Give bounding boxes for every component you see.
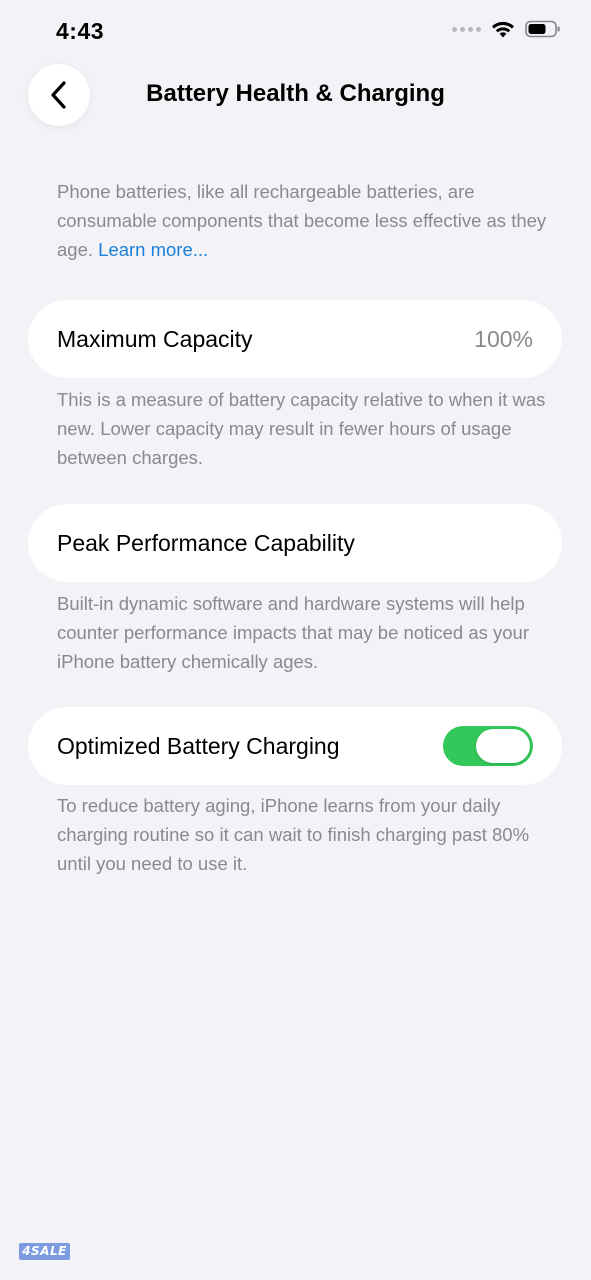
toggle-knob (476, 729, 530, 763)
peak-performance-row[interactable]: Peak Performance Capability (28, 504, 562, 582)
page-title: Battery Health & Charging (146, 80, 445, 107)
maximum-capacity-label: Maximum Capacity (57, 325, 253, 352)
maximum-capacity-footnote: This is a measure of battery capacity re… (57, 389, 546, 468)
watermark-logo: 4SALE (19, 1243, 70, 1260)
peak-performance-footnote: Built-in dynamic software and hardware s… (57, 593, 529, 672)
optimized-charging-row: Optimized Battery Charging (28, 707, 562, 785)
status-icons (452, 20, 561, 38)
battery-icon (525, 20, 560, 38)
learn-more-link[interactable]: Learn more... (98, 239, 208, 260)
wifi-icon (492, 21, 514, 38)
optimized-charging-label: Optimized Battery Charging (57, 732, 340, 759)
maximum-capacity-row: Maximum Capacity 100% (28, 300, 562, 378)
status-bar: 4:43 (0, 0, 591, 64)
optimized-charging-footnote: To reduce battery aging, iPhone learns f… (57, 795, 530, 874)
navigation-bar: Battery Health & Charging (0, 64, 591, 126)
status-time: 4:43 (56, 18, 105, 44)
signal-dots-icon (452, 26, 481, 32)
maximum-capacity-value: 100% (474, 325, 533, 352)
intro-text: Phone batteries, like all rechargeable b… (57, 177, 547, 264)
peak-performance-label: Peak Performance Capability (57, 529, 355, 556)
optimized-charging-toggle[interactable] (443, 726, 533, 766)
